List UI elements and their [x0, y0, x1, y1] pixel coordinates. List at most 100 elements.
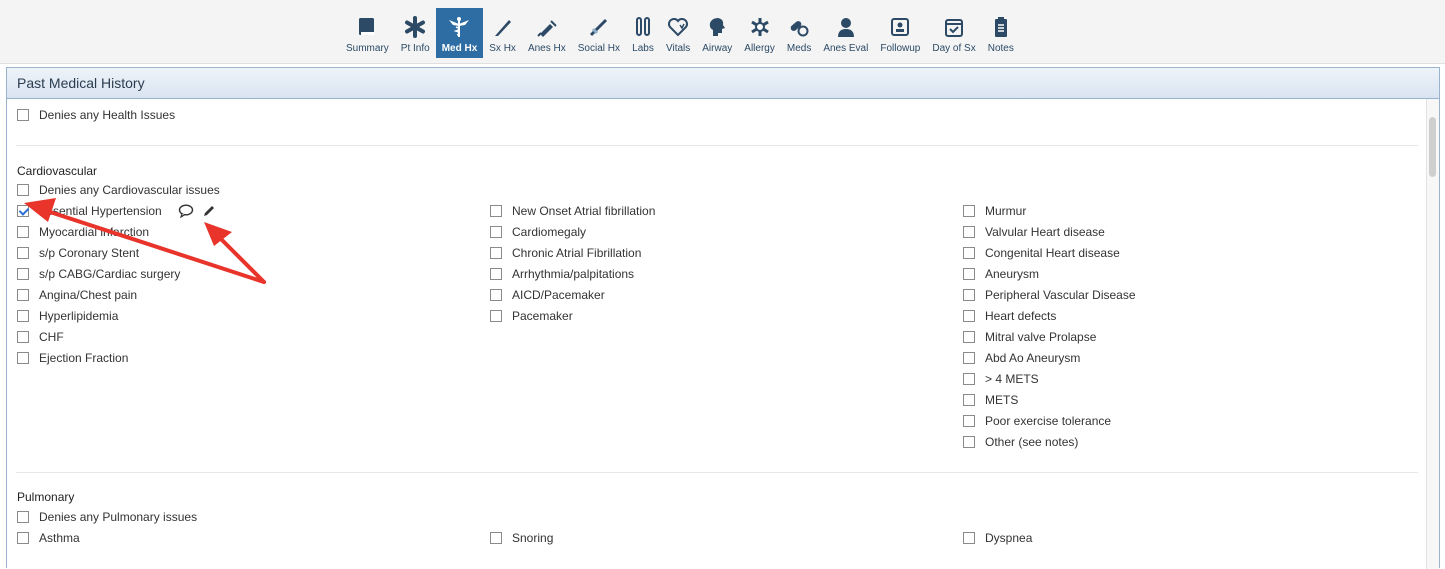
tab-anes-eval[interactable]: Anes Eval — [817, 8, 874, 58]
checkbox[interactable] — [17, 109, 29, 121]
checkbox[interactable] — [963, 310, 975, 322]
option-abd-ao-aneurysm[interactable]: Abd Ao Aneurysm — [963, 351, 1080, 365]
option-peripheral-vascular[interactable]: Peripheral Vascular Disease — [963, 288, 1136, 302]
checkbox[interactable] — [17, 184, 29, 196]
tab-med-hx[interactable]: Med Hx — [435, 8, 484, 58]
checkbox[interactable] — [963, 532, 975, 544]
option-murmur[interactable]: Murmur — [963, 204, 1026, 218]
option-myocardial-infarction[interactable]: Myocardial infarction — [17, 225, 149, 239]
option-arrhythmia[interactable]: Arrhythmia/palpitations — [490, 267, 634, 281]
option-dyspnea[interactable]: Dyspnea — [963, 531, 1032, 545]
checkbox[interactable] — [963, 247, 975, 259]
tab-social-hx[interactable]: Social Hx — [572, 8, 626, 58]
option-aicd-pacemaker[interactable]: AICD/Pacemaker — [490, 288, 605, 302]
denies-pulmonary-option[interactable]: Denies any Pulmonary issues — [17, 510, 197, 524]
option-essential-hypertension[interactable]: Essential Hypertension — [17, 204, 162, 218]
option-coronary-stent[interactable]: s/p Coronary Stent — [17, 246, 139, 260]
option-label: > 4 METS — [985, 372, 1039, 386]
option-chf[interactable]: CHF — [17, 330, 64, 344]
checkbox[interactable] — [963, 415, 975, 427]
scrollbar[interactable] — [1426, 99, 1439, 569]
option-chronic-afib[interactable]: Chronic Atrial Fibrillation — [490, 246, 641, 260]
tab-sx-hx[interactable]: Sx Hx — [483, 8, 522, 58]
checkbox[interactable] — [963, 331, 975, 343]
checkbox[interactable] — [17, 289, 29, 301]
checkbox[interactable] — [490, 268, 502, 280]
tab-summary[interactable]: Summary — [340, 8, 395, 58]
denies-cardiovascular-option[interactable]: Denies any Cardiovascular issues — [17, 183, 220, 197]
tab-day-of-sx[interactable]: Day of Sx — [926, 8, 981, 58]
option-pacemaker[interactable]: Pacemaker — [490, 309, 573, 323]
option-new-onset-afib[interactable]: New Onset Atrial fibrillation — [490, 204, 655, 218]
checkbox-checked[interactable] — [17, 205, 29, 217]
tab-label: Day of Sx — [932, 43, 976, 54]
checkbox[interactable] — [963, 226, 975, 238]
checkbox[interactable] — [490, 310, 502, 322]
tab-vitals[interactable]: Vitals — [660, 8, 696, 58]
option-ejection-fraction[interactable]: Ejection Fraction — [17, 351, 128, 365]
tab-meds[interactable]: Meds — [781, 8, 817, 58]
checkbox[interactable] — [17, 268, 29, 280]
checkbox[interactable] — [490, 205, 502, 217]
option-cardiomegaly[interactable]: Cardiomegaly — [490, 225, 586, 239]
scrollbar-thumb[interactable] — [1429, 117, 1436, 177]
tab-label: Followup — [880, 43, 921, 54]
tab-label: Sx Hx — [489, 43, 516, 54]
checkbox[interactable] — [963, 205, 975, 217]
option-heart-defects[interactable]: Heart defects — [963, 309, 1056, 323]
past-medical-history-panel: Past Medical History — [6, 67, 1440, 569]
checkbox[interactable] — [963, 268, 975, 280]
option-angina[interactable]: Angina/Chest pain — [17, 288, 137, 302]
checkbox[interactable] — [963, 436, 975, 448]
tab-anes-hx[interactable]: Anes Hx — [522, 8, 572, 58]
tab-label: Meds — [786, 43, 812, 54]
option-mitral-valve-prolapse[interactable]: Mitral valve Prolapse — [963, 330, 1096, 344]
denies-health-issues-option[interactable]: Denies any Health Issues — [17, 108, 175, 122]
doctor-icon — [835, 16, 857, 38]
checkbox[interactable] — [963, 289, 975, 301]
option-label: Murmur — [985, 204, 1027, 218]
option-hyperlipidemia[interactable]: Hyperlipidemia — [17, 309, 118, 323]
checkbox[interactable] — [490, 532, 502, 544]
checkbox[interactable] — [17, 310, 29, 322]
checkbox[interactable] — [17, 511, 29, 523]
option-cabg[interactable]: s/p CABG/Cardiac surgery — [17, 267, 180, 281]
option-label: Valvular Heart disease — [985, 225, 1105, 239]
option-label: Mitral valve Prolapse — [985, 330, 1097, 344]
checkbox[interactable] — [963, 394, 975, 406]
option-valvular-heart-disease[interactable]: Valvular Heart disease — [963, 225, 1105, 239]
option-label: Aneurysm — [985, 267, 1040, 281]
checkbox[interactable] — [17, 532, 29, 544]
checkbox[interactable] — [490, 289, 502, 301]
option-other-see-notes[interactable]: Other (see notes) — [963, 435, 1078, 449]
checkbox[interactable] — [17, 247, 29, 259]
checkbox[interactable] — [490, 226, 502, 238]
cardiovascular-heading: Cardiovascular — [17, 164, 98, 178]
checkbox[interactable] — [17, 352, 29, 364]
needle-icon — [588, 16, 610, 38]
checkbox[interactable] — [963, 352, 975, 364]
option-asthma[interactable]: Asthma — [17, 531, 80, 545]
option-snoring[interactable]: Snoring — [490, 531, 553, 545]
comment-icon[interactable] — [178, 204, 194, 218]
option-label: Asthma — [39, 531, 80, 545]
tab-pt-info[interactable]: Pt Info — [395, 8, 436, 58]
pencil-icon[interactable] — [202, 204, 216, 218]
tab-followup[interactable]: Followup — [874, 8, 926, 58]
tab-airway[interactable]: Airway — [696, 8, 738, 58]
option-label: Denies any Pulmonary issues — [39, 510, 198, 524]
tab-labs[interactable]: Labs — [626, 8, 660, 58]
checkbox[interactable] — [17, 226, 29, 238]
checkbox[interactable] — [17, 331, 29, 343]
option-label: Chronic Atrial Fibrillation — [512, 246, 642, 260]
tab-allergy[interactable]: Allergy — [738, 8, 781, 58]
tab-notes[interactable]: Notes — [982, 8, 1020, 58]
syringe-icon — [536, 16, 558, 38]
option-aneurysm[interactable]: Aneurysm — [963, 267, 1039, 281]
option-poor-exercise-tolerance[interactable]: Poor exercise tolerance — [963, 414, 1111, 428]
option-congenital-heart-disease[interactable]: Congenital Heart disease — [963, 246, 1120, 260]
option-gt-4-mets[interactable]: > 4 METS — [963, 372, 1039, 386]
checkbox[interactable] — [490, 247, 502, 259]
checkbox[interactable] — [963, 373, 975, 385]
option-mets[interactable]: METS — [963, 393, 1018, 407]
